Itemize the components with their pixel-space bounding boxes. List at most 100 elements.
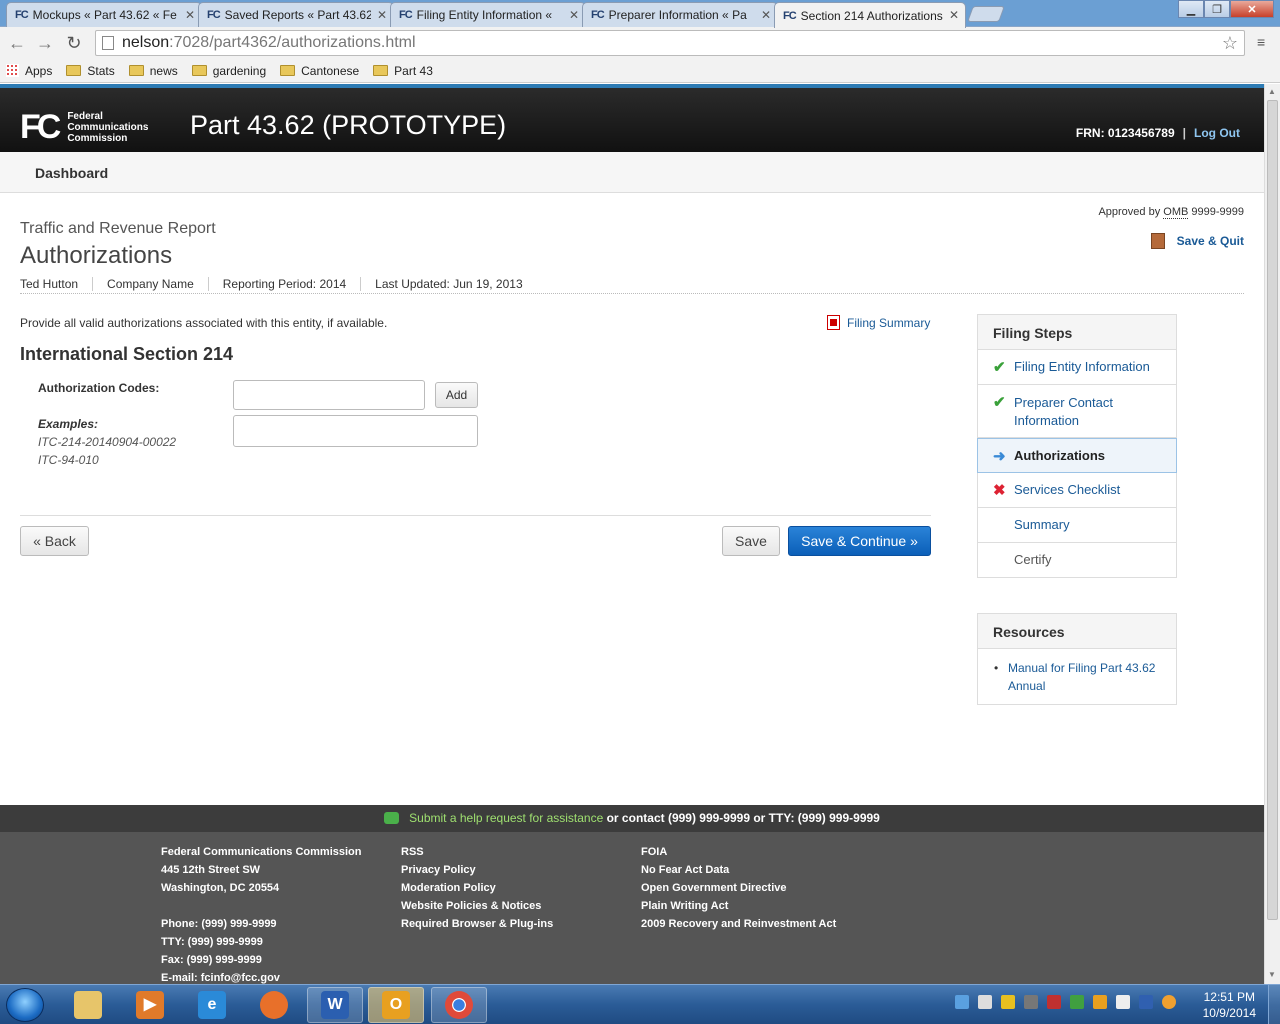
scroll-up-icon[interactable]: ▲: [1268, 87, 1276, 96]
browser-tab[interactable]: FC Mockups « Part 43.62 « Fe ✕: [6, 2, 202, 27]
tab-title: Preparer Information « Pa: [608, 8, 747, 22]
footer-text: 445 12th Street SW: [161, 864, 261, 876]
bookmark-apps[interactable]: Apps: [6, 64, 52, 78]
media-player-icon[interactable]: ▶: [122, 987, 178, 1023]
back-button[interactable]: « Back: [20, 526, 89, 556]
filing-summary-link[interactable]: Filing Summary: [827, 315, 930, 330]
step-authorizations[interactable]: ➜ Authorizations: [977, 438, 1177, 473]
logout-link[interactable]: Log Out: [1194, 126, 1240, 140]
footer-link[interactable]: No Fear Act Data: [641, 861, 836, 879]
play-icon: ▶: [136, 991, 164, 1019]
start-button[interactable]: [6, 988, 44, 1022]
browser-tab[interactable]: FC Saved Reports « Part 43.62 ✕: [198, 2, 394, 27]
close-tab-icon[interactable]: ✕: [949, 8, 959, 22]
tab-title: Section 214 Authorizations: [800, 8, 943, 23]
footer-contact-column: Federal Communications Commission 445 12…: [161, 843, 361, 984]
footer-link[interactable]: Required Browser & Plug-ins: [401, 915, 553, 933]
bookmark-folder[interactable]: Part 43: [373, 64, 433, 78]
footer-link[interactable]: RSS: [401, 843, 553, 861]
bookmark-folder[interactable]: gardening: [191, 64, 266, 78]
vertical-scrollbar[interactable]: ▲ ▼: [1264, 84, 1280, 984]
footer-link[interactable]: 2009 Recovery and Reinvestment Act: [641, 915, 836, 933]
check-icon: ✔: [993, 394, 1006, 411]
examples-label: Examples:: [38, 417, 99, 431]
footer-text: Federal Communications Commission: [161, 846, 362, 858]
site-header: FC Federal Communications Commission Par…: [0, 84, 1264, 152]
folder-icon: [280, 65, 296, 76]
minimize-icon[interactable]: ▁: [1178, 0, 1204, 18]
reload-icon[interactable]: ↻: [63, 32, 85, 54]
folder-icon: [66, 65, 82, 76]
intro-text: Provide all valid authorizations associa…: [20, 316, 388, 330]
browser-tab[interactable]: FC Preparer Information « Pa ✕: [582, 2, 778, 27]
firefox-icon[interactable]: [246, 987, 302, 1023]
omb-prefix: Approved by: [1098, 206, 1161, 218]
close-tab-icon[interactable]: ✕: [377, 8, 387, 22]
browser-tab-active[interactable]: FC Section 214 Authorizations ✕: [774, 2, 966, 28]
footer-link[interactable]: FOIA: [641, 843, 836, 861]
fcc-logo[interactable]: FC Federal Communications Commission: [20, 108, 148, 147]
filing-meta: Ted Hutton Company Name Reporting Period…: [20, 277, 537, 291]
step-preparer-contact[interactable]: ✔ Preparer Contact Information: [978, 385, 1176, 438]
cross-icon: ✖: [993, 482, 1006, 499]
save-continue-button[interactable]: Save & Continue »: [788, 526, 931, 556]
internet-explorer-icon[interactable]: e: [184, 987, 240, 1023]
tray-app-icon[interactable]: [1001, 995, 1015, 1009]
bookmark-folder[interactable]: news: [128, 64, 178, 78]
footer-link[interactable]: Plain Writing Act: [641, 897, 836, 915]
meta-company: Company Name: [93, 277, 209, 291]
footer-link[interactable]: Website Policies & Notices: [401, 897, 553, 915]
outlook-tray-icon[interactable]: [1093, 995, 1107, 1009]
footer-link[interactable]: Open Government Directive: [641, 879, 836, 897]
step-services-checklist[interactable]: ✖ Services Checklist: [978, 473, 1176, 508]
word-icon[interactable]: W: [307, 987, 363, 1023]
restore-icon[interactable]: ❐: [1204, 0, 1230, 18]
step-filing-entity[interactable]: ✔ Filing Entity Information: [978, 350, 1176, 385]
outlook-icon[interactable]: O: [368, 987, 424, 1023]
footer-link[interactable]: Privacy Policy: [401, 861, 553, 879]
system-clock[interactable]: 12:51 PM 10/9/2014: [1203, 989, 1256, 1021]
bookmark-folder[interactable]: Stats: [66, 64, 115, 78]
dashboard-link[interactable]: Dashboard: [35, 165, 108, 181]
auth-codes-list[interactable]: [233, 415, 478, 447]
volume-icon[interactable]: [978, 995, 992, 1009]
tab-title: Mockups « Part 43.62 « Fe: [32, 8, 177, 22]
vm-icon[interactable]: [1024, 995, 1038, 1009]
explorer-icon[interactable]: [60, 987, 116, 1023]
forward-arrow-icon[interactable]: →: [34, 32, 56, 54]
close-tab-icon[interactable]: ✕: [761, 8, 771, 22]
add-button[interactable]: Add: [435, 382, 478, 408]
url-path: :7028/part4362/authorizations.html: [169, 34, 416, 51]
footer-email[interactable]: E-mail: fcinfo@fcc.gov: [161, 969, 361, 984]
resource-link[interactable]: Manual for Filing Part 43.62 Annual: [978, 649, 1176, 705]
browser-tab-strip: FC Mockups « Part 43.62 « Fe ✕ FC Saved …: [0, 0, 1280, 28]
bookmark-star-icon[interactable]: ☆: [1222, 31, 1238, 55]
save-quit-label: Save & Quit: [1176, 234, 1244, 248]
show-desktop-button[interactable]: [1268, 985, 1280, 1024]
save-quit-link[interactable]: Save & Quit: [1150, 233, 1244, 249]
address-bar[interactable]: nelson:7028/part4362/authorizations.html…: [95, 30, 1245, 56]
footer-link[interactable]: Moderation Policy: [401, 879, 553, 897]
step-summary[interactable]: Summary: [978, 508, 1176, 543]
security-icon[interactable]: [1047, 995, 1061, 1009]
close-tab-icon[interactable]: ✕: [185, 8, 195, 22]
new-tab-button[interactable]: [967, 6, 1005, 22]
close-window-icon[interactable]: ✕: [1230, 0, 1274, 18]
footer-links-column: FOIA No Fear Act Data Open Government Di…: [641, 843, 836, 933]
update-icon[interactable]: [1070, 995, 1084, 1009]
bookmark-folder[interactable]: Cantonese: [280, 64, 359, 78]
scroll-down-icon[interactable]: ▼: [1268, 970, 1276, 979]
back-arrow-icon[interactable]: ←: [6, 32, 28, 54]
close-tab-icon[interactable]: ✕: [569, 8, 579, 22]
notification-icon[interactable]: [1162, 995, 1176, 1009]
browser-tab[interactable]: FC Filing Entity Information « ✕: [390, 2, 586, 27]
help-request-link[interactable]: Submit a help request for assistance: [409, 811, 603, 825]
network-icon[interactable]: [1139, 995, 1153, 1009]
scrollbar-thumb[interactable]: [1267, 100, 1278, 920]
save-button[interactable]: Save: [722, 526, 780, 556]
chrome-menu-icon[interactable]: ≡: [1257, 34, 1271, 50]
dropbox-icon[interactable]: [955, 995, 969, 1009]
mail-icon[interactable]: [1116, 995, 1130, 1009]
chrome-icon[interactable]: [431, 987, 487, 1023]
auth-code-input[interactable]: [233, 380, 425, 410]
